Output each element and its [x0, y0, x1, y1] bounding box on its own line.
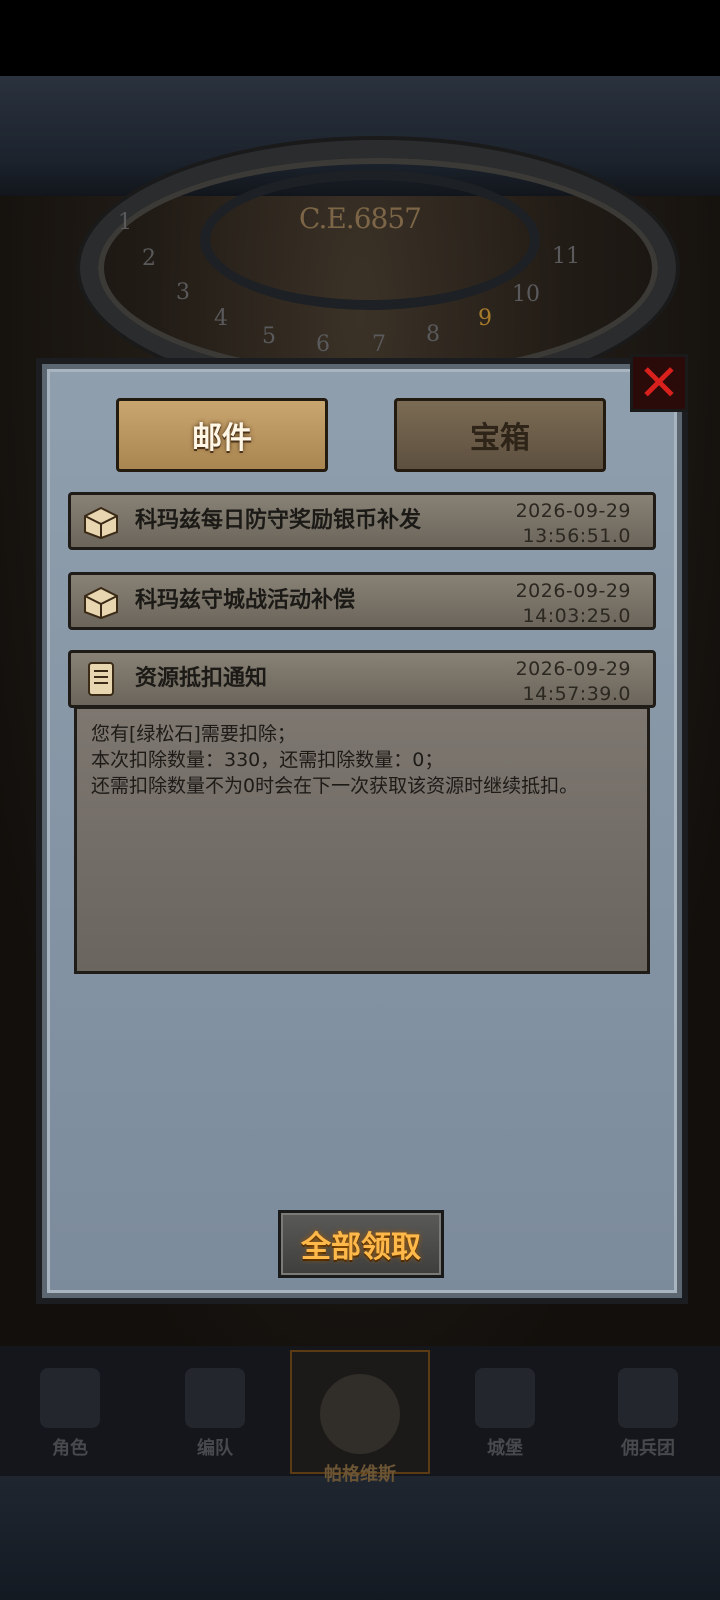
tab-label: 邮件 — [192, 421, 252, 456]
tab-label: 宝箱 — [470, 421, 530, 456]
dial-number: 3 — [176, 280, 190, 305]
knight-icon — [40, 1368, 100, 1428]
mail-subject: 资源抵扣通知 — [135, 666, 268, 691]
mail-subject: 科玛兹每日防守奖励银币补发 — [135, 508, 422, 533]
chest-icon — [81, 501, 121, 541]
dial-number: 2 — [142, 246, 156, 271]
nav-label: 城堡 — [487, 1438, 523, 1459]
mail-datetime: 2026-09-29 14:03:25.0 — [516, 579, 631, 629]
dial-number: 1 — [118, 210, 132, 235]
mail-body: 您有[绿松石]需要扣除； 本次扣除数量：330，还需扣除数量：0； 还需扣除数量… — [74, 706, 650, 974]
dial-number: 7 — [372, 332, 386, 357]
dial-number: 4 — [214, 306, 228, 331]
bottom-shade — [0, 1476, 720, 1600]
flag-icon — [618, 1368, 678, 1428]
mail-date: 2026-09-29 — [515, 580, 631, 602]
mail-item[interactable]: 科玛兹守城战活动补偿 2026-09-29 14:03:25.0 — [68, 572, 656, 630]
mail-date: 2026-09-29 — [515, 658, 631, 680]
mail-body-line: 本次扣除数量：330，还需扣除数量：0； — [91, 749, 444, 771]
compass-icon — [320, 1374, 400, 1454]
nav-label: 佣兵团 — [621, 1438, 675, 1459]
nav-item-mercenary[interactable]: 佣兵团 — [578, 1350, 718, 1470]
mail-date: 2026-09-29 — [515, 500, 631, 522]
status-bar — [0, 0, 720, 76]
mail-body-line: 还需扣除数量不为0时会在下一次获取该资源时继续抵扣。 — [91, 775, 579, 797]
nav-item-pagvis[interactable]: 帕格维斯 — [290, 1350, 430, 1485]
dial-number-current: 9 — [478, 306, 492, 331]
close-button[interactable]: ✕ — [630, 354, 688, 412]
dial-number: 10 — [512, 282, 540, 307]
mail-item-open[interactable]: 资源抵扣通知 2026-09-29 14:57:39.0 — [68, 650, 656, 708]
claim-all-button[interactable]: 全部领取 — [278, 1210, 444, 1278]
scroll-icon — [81, 659, 121, 699]
mail-subject: 科玛兹守城战活动补偿 — [135, 588, 356, 613]
chest-icon — [81, 581, 121, 621]
mail-datetime: 2026-09-29 14:57:39.0 — [516, 657, 631, 707]
tab-mail[interactable]: 邮件 — [116, 398, 328, 472]
close-x-icon: ✕ — [638, 354, 680, 412]
nav-item-formation[interactable]: 编队 — [145, 1350, 285, 1470]
nav-label: 帕格维斯 — [324, 1464, 396, 1485]
claim-all-label: 全部领取 — [301, 1230, 421, 1265]
calendar-dial-inner — [200, 170, 540, 310]
tab-chest[interactable]: 宝箱 — [394, 398, 606, 472]
mail-item[interactable]: 科玛兹每日防守奖励银币补发 2026-09-29 13:56:51.0 — [68, 492, 656, 550]
mail-body-line: 您有[绿松石]需要扣除； — [91, 723, 296, 745]
nav-item-castle[interactable]: 城堡 — [435, 1350, 575, 1470]
mail-time: 13:56:51.0 — [522, 525, 631, 547]
nav-item-character[interactable]: 角色 — [0, 1350, 140, 1470]
helmet-icon — [185, 1368, 245, 1428]
mail-time: 14:03:25.0 — [522, 605, 631, 627]
nav-label: 角色 — [52, 1438, 88, 1459]
dial-number: 6 — [316, 332, 330, 357]
mail-time: 14:57:39.0 — [522, 683, 631, 705]
dial-number: 5 — [262, 324, 276, 349]
castle-icon — [475, 1368, 535, 1428]
mail-datetime: 2026-09-29 13:56:51.0 — [516, 499, 631, 549]
nav-label: 编队 — [197, 1438, 233, 1459]
dial-number: 8 — [426, 322, 440, 347]
era-label: C.E.6857 — [299, 202, 422, 235]
dial-number: 11 — [552, 244, 580, 269]
